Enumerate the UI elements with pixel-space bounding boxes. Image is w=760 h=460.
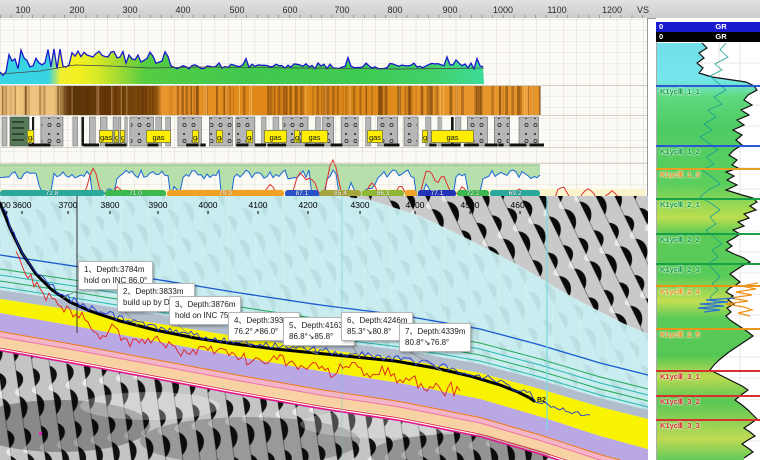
depth-tick: 4200 bbox=[299, 200, 318, 210]
formation-marker-label[interactable]: K1ycⅢ_3_3 bbox=[660, 421, 700, 430]
well-target-label: B2 bbox=[537, 397, 546, 404]
depth-tick: 3900 bbox=[149, 200, 168, 210]
gas-label: gas bbox=[367, 130, 383, 143]
curve-name: GR bbox=[656, 32, 760, 42]
ruler-tick: 800 bbox=[387, 5, 402, 15]
log-tracks-canvas bbox=[0, 18, 648, 196]
formation-marker-label[interactable]: K1ycⅢ_1_3 bbox=[660, 170, 700, 179]
depth-tick: 4000 bbox=[199, 200, 218, 210]
formation-marker-label[interactable]: K1ycⅢ_3_1 bbox=[660, 372, 700, 381]
gas-label: gas bbox=[294, 130, 300, 143]
gas-label: gas bbox=[99, 130, 113, 143]
ruler-tick: VS bbox=[637, 5, 649, 15]
gas-label: gas bbox=[264, 130, 287, 143]
ruler-tick: 100 bbox=[15, 5, 30, 15]
gas-label: gas bbox=[27, 130, 34, 143]
log-tracks-area: gasgasgasgasgasgasgasgasgasgasgasgasgasg… bbox=[0, 18, 648, 196]
formation-marker-label[interactable]: K1ycⅢ_3_2 bbox=[660, 397, 700, 406]
geosteering-app-window: 100 200 300 400 500 600 700 800 900 1000 1100 1200 V… bbox=[0, 0, 760, 460]
formation-marker-label[interactable]: K1ycⅢ_2_4 bbox=[660, 287, 700, 296]
depth-tick: 4400 bbox=[406, 200, 425, 210]
depth-tick: 4500 bbox=[461, 200, 480, 210]
ruler-tick: 200 bbox=[69, 5, 84, 15]
formation-marker-label[interactable]: K1ycⅢ_2_5 bbox=[660, 330, 700, 339]
seismic-section[interactable]: 003600 3700 3800 3900 4000 4100 4200 4300 4400 45… bbox=[0, 196, 648, 460]
gas-label: gas bbox=[431, 130, 474, 143]
ruler-tick: 1100 bbox=[547, 5, 566, 15]
depth-tick: 3600 bbox=[13, 200, 32, 210]
ruler-tick: 300 bbox=[122, 5, 137, 15]
ruler-tick: 700 bbox=[334, 5, 349, 15]
depth-tick: 4600 bbox=[511, 200, 530, 210]
ruler-tick: 600 bbox=[282, 5, 297, 15]
formation-marker-label[interactable]: K1ycⅢ_1_2 bbox=[660, 147, 700, 156]
gas-label: gas bbox=[192, 130, 199, 143]
ruler-tick: 1200 bbox=[602, 5, 622, 15]
gas-label: gas bbox=[246, 130, 253, 143]
curve-name: GR bbox=[656, 22, 760, 32]
vs-ruler: 100 200 300 400 500 600 700 800 900 1000 1100 1200 V… bbox=[0, 0, 760, 19]
gr-track-header-1[interactable]: 0 GR bbox=[656, 22, 760, 32]
gas-label: gas bbox=[422, 130, 428, 143]
offset-well-panel: 0 GR 0 GR K1ycⅢ_1_1 K1ycⅢ_1_2 K1ycⅢ_1_3 K1y… bbox=[656, 18, 760, 460]
depth-tick: 4100 bbox=[249, 200, 268, 210]
survey-callout[interactable]: 7、Depth:4339m80.8°↘76.8° bbox=[399, 323, 471, 352]
depth-tick: 4300 bbox=[351, 200, 370, 210]
ruler-tick: 900 bbox=[442, 5, 457, 15]
gr-track-header-2[interactable]: 0 GR bbox=[656, 32, 760, 42]
gas-label: gas bbox=[216, 130, 223, 143]
formation-marker-label[interactable]: K1ycⅢ_1_1 bbox=[660, 87, 700, 96]
formation-marker-label[interactable]: K1ycⅢ_2_2 bbox=[660, 235, 700, 244]
gas-label: gas bbox=[146, 130, 171, 143]
ruler-tick: 400 bbox=[175, 5, 190, 15]
gas-label: gas bbox=[301, 130, 328, 143]
gas-label: gas bbox=[120, 130, 125, 143]
depth-tick: 00 bbox=[1, 200, 10, 210]
ruler-tick: 1000 bbox=[493, 5, 513, 15]
ruler-tick: 500 bbox=[229, 5, 244, 15]
formation-marker-label[interactable]: K1ycⅢ_2_3 bbox=[660, 265, 700, 274]
formation-marker-label[interactable]: K1ycⅢ_2_1 bbox=[660, 200, 700, 209]
depth-tick: 3800 bbox=[101, 200, 120, 210]
depth-tick: 3700 bbox=[59, 200, 78, 210]
gas-label: gas bbox=[114, 130, 119, 143]
